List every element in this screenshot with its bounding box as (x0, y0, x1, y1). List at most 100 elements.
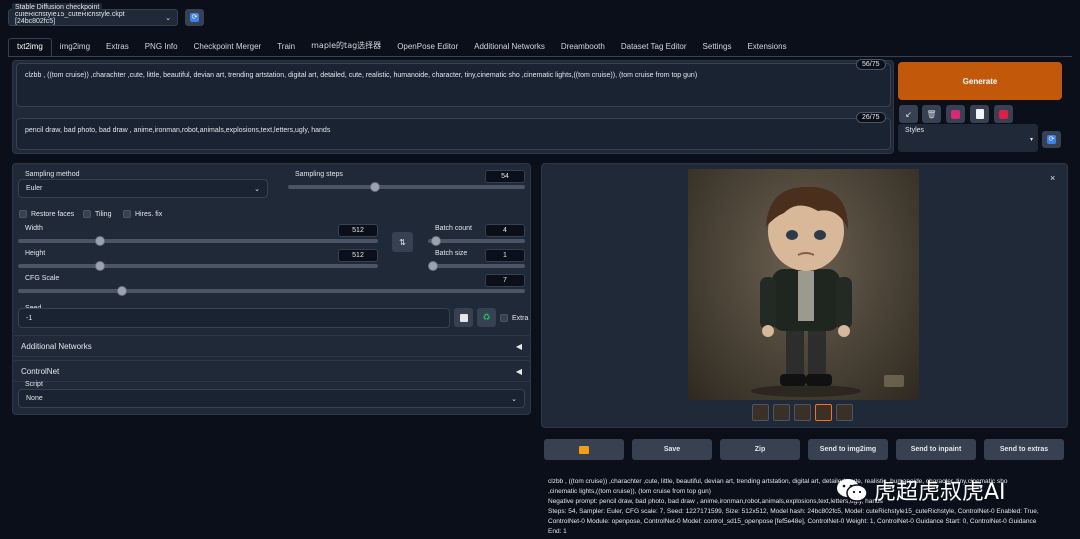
restore-faces-checkbox[interactable]: Restore faces (19, 210, 74, 218)
styles-dropdown[interactable]: Styles ▾ (898, 124, 1038, 152)
zip-button[interactable]: Zip (720, 439, 800, 460)
seed-input[interactable]: -1 (18, 308, 450, 328)
additional-networks-accordion[interactable]: Additional Networks ◀ (12, 335, 531, 357)
seed-value: -1 (26, 314, 33, 322)
extra-seed-checkbox[interactable]: Extra (500, 314, 528, 322)
tab-divider (8, 56, 1072, 57)
checkbox-box[interactable] (123, 210, 131, 218)
send-to-img2img-button[interactable]: Send to img2img (808, 439, 888, 460)
batch-count-slider[interactable] (428, 236, 525, 246)
checkbox-box[interactable] (19, 210, 27, 218)
arrow-icon: ↙ (905, 109, 912, 119)
swap-dimensions-button[interactable]: ⇅ (392, 232, 413, 252)
show-networks-button[interactable] (946, 105, 965, 123)
tab-img2img[interactable]: img2img (52, 39, 98, 56)
watermark: 虎超虎叔虎AI (836, 474, 1006, 506)
tab-checkpoint-merger[interactable]: Checkpoint Merger (186, 39, 270, 56)
thumbnail-5[interactable] (836, 404, 853, 421)
close-icon[interactable]: × (1050, 173, 1055, 183)
read-params-button[interactable]: ↙ (899, 105, 918, 123)
checkpoint-refresh-button[interactable]: ⟳ (185, 9, 204, 26)
checkbox-box[interactable] (500, 314, 508, 322)
tab-png-info[interactable]: PNG Info (137, 39, 186, 56)
styles-refresh-button[interactable]: ⟳ (1042, 131, 1061, 148)
info-line: End: 1 (548, 528, 567, 536)
slider-thumb[interactable] (428, 261, 438, 271)
save-style-button[interactable] (994, 105, 1013, 123)
height-input[interactable]: 512 (338, 249, 378, 262)
refresh-icon: ⟳ (190, 13, 199, 22)
cfg-scale-slider[interactable] (18, 286, 525, 296)
trash-icon: 🗑 (926, 109, 937, 119)
tab-extensions[interactable]: Extensions (739, 39, 794, 56)
watermark-text: 虎超虎叔虎AI (874, 480, 1006, 505)
prompt-input[interactable]: clzbb , ((tom cruise)) ,charachter ,cute… (16, 63, 891, 107)
sampling-steps-slider[interactable] (288, 182, 525, 192)
slider-thumb[interactable] (95, 236, 105, 246)
chevron-down-icon: ⌄ (254, 185, 260, 193)
thumbnail-4[interactable] (815, 404, 832, 421)
tab-dreambooth[interactable]: Dreambooth (553, 39, 613, 56)
slider-thumb[interactable] (430, 236, 441, 246)
negative-prompt-input[interactable]: pencil draw, bad photo, bad draw , anime… (16, 118, 891, 150)
thumbnail-strip (752, 404, 853, 421)
style-icon (951, 109, 960, 119)
batch-size-slider[interactable] (428, 261, 525, 271)
send-to-extras-button[interactable]: Send to extras (984, 439, 1064, 460)
tab-tag-selector[interactable]: maple的tag选择器 (303, 37, 389, 56)
dice-icon (459, 313, 468, 322)
clear-prompt-button[interactable]: 🗑 (922, 105, 941, 123)
folder-icon (579, 445, 589, 454)
checkbox-box[interactable] (83, 210, 91, 218)
batch-count-input[interactable]: 4 (485, 224, 525, 237)
thumbnail-3[interactable] (794, 404, 811, 421)
info-line: ControlNet-0 Module: openpose, ControlNe… (548, 518, 1037, 526)
generated-image[interactable] (688, 169, 919, 400)
width-input[interactable]: 512 (338, 224, 378, 237)
tab-openpose-editor[interactable]: OpenPose Editor (389, 39, 466, 56)
save-icon (999, 109, 1008, 119)
hires-fix-checkbox[interactable]: Hires. fix (123, 210, 162, 218)
send-to-inpaint-button[interactable]: Send to inpaint (896, 439, 976, 460)
recycle-icon: ♻ (482, 312, 491, 322)
styles-label: Styles (905, 127, 925, 134)
tab-extras[interactable]: Extras (98, 39, 137, 56)
tab-additional-networks[interactable]: Additional Networks (466, 39, 553, 56)
chevron-down-icon: ⌄ (511, 395, 517, 403)
tab-train[interactable]: Train (269, 39, 303, 56)
generate-button[interactable]: Generate (898, 62, 1062, 100)
character-figure (751, 186, 904, 397)
tiling-checkbox[interactable]: Tiling (83, 210, 111, 218)
thumbnail-1[interactable] (752, 404, 769, 421)
random-seed-button[interactable] (454, 308, 473, 327)
tab-dataset-tag-editor[interactable]: Dataset Tag Editor (613, 39, 695, 56)
thumbnail-2[interactable] (773, 404, 790, 421)
tiling-label: Tiling (95, 210, 112, 218)
tab-settings[interactable]: Settings (695, 39, 740, 56)
batch-size-input[interactable]: 1 (485, 249, 525, 262)
height-slider[interactable] (18, 261, 378, 271)
sampling-method-select[interactable]: Euler ⌄ (18, 179, 268, 198)
width-slider[interactable] (18, 236, 378, 246)
controlnet-label: ControlNet (21, 366, 60, 376)
width-label: Width (25, 225, 43, 232)
batch-size-label: Batch size (435, 250, 468, 257)
script-select[interactable]: None ⌄ (18, 389, 525, 408)
apply-style-button[interactable] (970, 105, 989, 123)
controlnet-accordion[interactable]: ControlNet ◀ (12, 360, 531, 382)
open-folder-button[interactable] (544, 439, 624, 460)
caret-left-icon: ◀ (515, 366, 522, 376)
reuse-seed-button[interactable]: ♻ (477, 308, 496, 327)
refresh-icon: ⟳ (1047, 135, 1056, 144)
sampling-steps-input[interactable]: 54 (485, 170, 525, 183)
prompt-token-counter: 56/75 (856, 59, 886, 70)
chevron-down-icon: ⌄ (165, 14, 171, 22)
slider-thumb[interactable] (369, 182, 380, 192)
info-line: Steps: 54, Sampler: Euler, CFG scale: 7,… (548, 508, 1039, 516)
tab-txt2img[interactable]: txt2img (8, 38, 52, 56)
slider-thumb[interactable] (95, 261, 105, 271)
save-button[interactable]: Save (632, 439, 712, 460)
hires-fix-label: Hires. fix (135, 210, 163, 218)
script-value: None (26, 395, 43, 402)
cfg-scale-input[interactable]: 7 (485, 274, 525, 287)
